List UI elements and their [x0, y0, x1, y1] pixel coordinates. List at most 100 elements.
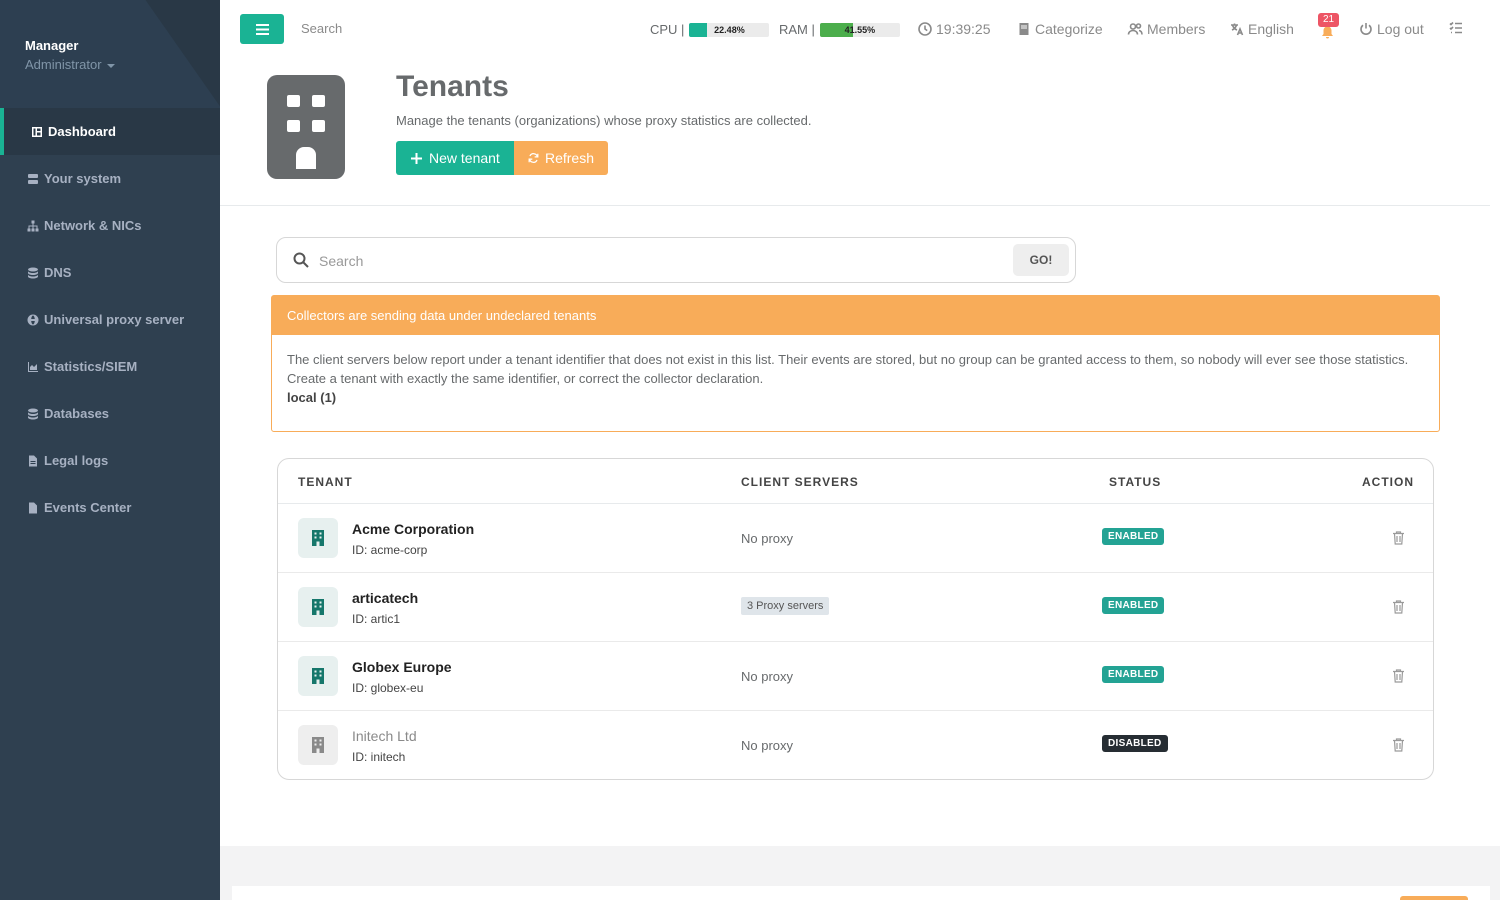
- server-icon: [27, 173, 39, 185]
- cpu-label: CPU |: [650, 22, 685, 37]
- trash-icon[interactable]: [1392, 600, 1405, 614]
- status-badge[interactable]: ENABLED: [1102, 597, 1165, 614]
- table-row[interactable]: Globex Europe ID: globex-eu No proxy ENA…: [278, 642, 1433, 711]
- sidebar-item-label: Universal proxy server: [44, 312, 185, 327]
- sidebar-item-label: Databases: [44, 406, 110, 421]
- database-icon: [27, 267, 39, 279]
- alert-text-line1: The client servers below report under a …: [287, 352, 1409, 367]
- cpu-percent: 22.48%: [714, 24, 745, 35]
- new-tenant-button[interactable]: New tenant: [396, 141, 514, 175]
- client-servers-value: No proxy: [741, 669, 794, 684]
- client-servers-value: No proxy: [741, 738, 794, 753]
- language-selector[interactable]: English: [1230, 21, 1294, 37]
- hamburger-icon: [255, 23, 269, 35]
- sidebar-item-legal-logs[interactable]: Legal logs: [0, 437, 220, 484]
- clock-time: 19:39:25: [936, 21, 991, 37]
- cpu-usage: CPU | 22.48%: [650, 22, 770, 37]
- plus-icon: [411, 152, 422, 164]
- table-row[interactable]: articatech ID: artic1 3 Proxy servers EN…: [278, 573, 1433, 642]
- tenant-name[interactable]: articatech: [352, 590, 418, 606]
- tenant-id: ID: globex-eu: [352, 681, 424, 695]
- trash-icon[interactable]: [1392, 531, 1405, 545]
- ram-usage: RAM | 41.55%: [779, 22, 900, 37]
- tenant-id: ID: initech: [352, 750, 406, 764]
- ram-percent: 41.55%: [844, 24, 876, 35]
- refresh-icon: [528, 153, 539, 163]
- users-icon: [1127, 23, 1143, 35]
- status-badge[interactable]: ENABLED: [1102, 666, 1165, 683]
- scrollbar[interactable]: [1490, 60, 1500, 846]
- menu-toggle-button[interactable]: [240, 14, 284, 44]
- tenant-name[interactable]: Globex Europe: [352, 659, 452, 675]
- tenant-name[interactable]: Acme Corporation: [352, 521, 474, 537]
- user-profile[interactable]: Manager Administrator: [0, 0, 220, 108]
- column-header-client-servers: CLIENT SERVERS: [741, 475, 859, 489]
- members-link[interactable]: Members: [1127, 21, 1205, 37]
- proxy-servers-chip[interactable]: 3 Proxy servers: [741, 597, 830, 615]
- trash-icon[interactable]: [1392, 669, 1405, 683]
- notifications-button[interactable]: 21: [1318, 13, 1342, 39]
- status-badge[interactable]: ENABLED: [1102, 528, 1165, 545]
- clock-icon: [918, 22, 932, 36]
- footer-orange-button[interactable]: [1400, 896, 1468, 900]
- refresh-button[interactable]: Refresh: [514, 141, 608, 175]
- bell-icon: [1322, 26, 1333, 39]
- tenant-search-input[interactable]: [319, 251, 999, 271]
- tasks-button[interactable]: [1449, 21, 1463, 35]
- alert-body: The client servers below report under a …: [272, 335, 1439, 422]
- file-icon: [27, 455, 39, 467]
- clock: 19:39:25: [918, 21, 991, 37]
- language-label: English: [1248, 21, 1294, 37]
- sidebar-item-statistics[interactable]: Statistics/SIEM: [0, 343, 220, 390]
- sidebar-item-network[interactable]: Network & NICs: [0, 202, 220, 249]
- sidebar-item-universal-proxy[interactable]: Universal proxy server: [0, 296, 220, 343]
- database-icon: [27, 408, 39, 420]
- go-button[interactable]: GO!: [1013, 244, 1069, 276]
- column-header-tenant: TENANT: [298, 475, 353, 489]
- column-header-status: STATUS: [1109, 475, 1162, 489]
- ram-progress-bar: 41.55%: [819, 22, 900, 37]
- undeclared-tenants-alert: Collectors are sending data under undecl…: [271, 295, 1440, 432]
- network-icon: [27, 220, 39, 232]
- sidebar: Manager Administrator Dashboard Your sys…: [0, 0, 220, 900]
- profile-role-label: Administrator: [25, 57, 102, 72]
- globe-icon: [27, 314, 39, 326]
- sidebar-item-events-center[interactable]: Events Center: [0, 484, 220, 531]
- profile-name: Manager: [25, 38, 79, 53]
- tenant-id: ID: acme-corp: [352, 543, 428, 557]
- refresh-label: Refresh: [544, 150, 594, 166]
- sidebar-item-label: Dashboard: [48, 124, 116, 139]
- dashboard-icon: [31, 126, 43, 138]
- logout-link[interactable]: Log out: [1359, 21, 1424, 37]
- table-row[interactable]: Initech Ltd ID: initech No proxy DISABLE…: [278, 711, 1433, 779]
- page-description: Manage the tenants (organizations) whose…: [396, 113, 812, 128]
- trash-icon[interactable]: [1392, 738, 1405, 752]
- area-chart-icon: [27, 361, 39, 373]
- table-row[interactable]: Acme Corporation ID: acme-corp No proxy …: [278, 504, 1433, 573]
- building-icon: [298, 587, 338, 627]
- categorize-link[interactable]: Categorize: [1017, 21, 1103, 37]
- main-content: GO! Collectors are sending data under un…: [220, 206, 1490, 846]
- search-icon: [293, 252, 309, 268]
- profile-role-dropdown[interactable]: Administrator: [25, 57, 220, 72]
- caret-down-icon: [106, 63, 115, 68]
- sidebar-item-your-system[interactable]: Your system: [0, 155, 220, 202]
- sidebar-item-label: Network & NICs: [44, 218, 142, 233]
- status-badge[interactable]: DISABLED: [1102, 735, 1168, 752]
- sidebar-nav: Dashboard Your system Network & NICs DNS…: [0, 108, 220, 531]
- notifications-count-badge: 21: [1318, 13, 1340, 27]
- tenants-table: TENANT CLIENT SERVERS STATUS ACTION Acme…: [277, 458, 1434, 780]
- sidebar-item-dns[interactable]: DNS: [0, 249, 220, 296]
- page-title: Tenants: [396, 70, 509, 103]
- table-header: TENANT CLIENT SERVERS STATUS ACTION: [278, 459, 1433, 504]
- ram-label: RAM |: [779, 22, 815, 37]
- cpu-progress-bar: 22.48%: [689, 22, 770, 37]
- top-search-input[interactable]: [301, 21, 501, 36]
- sidebar-item-dashboard[interactable]: Dashboard: [0, 108, 220, 155]
- building-icon: [298, 725, 338, 765]
- tenant-search-box: GO!: [276, 237, 1076, 283]
- tenant-name[interactable]: Initech Ltd: [352, 728, 417, 744]
- sidebar-item-databases[interactable]: Databases: [0, 390, 220, 437]
- tasks-list-icon: [1449, 21, 1462, 34]
- client-servers-value: No proxy: [741, 531, 794, 546]
